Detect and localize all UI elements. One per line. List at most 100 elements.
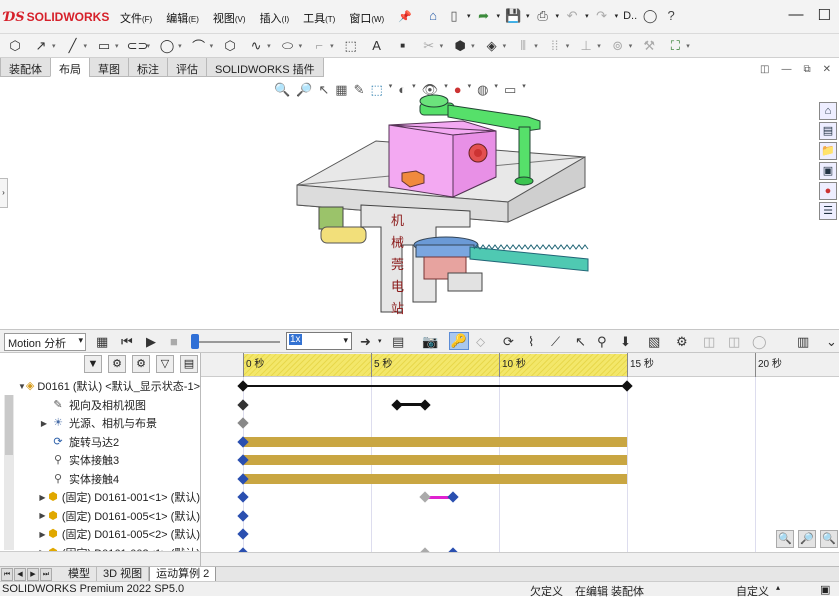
expand-toggle-icon[interactable]: ▶ — [38, 530, 47, 539]
menu-file[interactable]: 文件(F) — [120, 10, 152, 26]
tab-motion-study[interactable]: 运动算例 2 — [149, 566, 217, 582]
trim-icon[interactable]: ✂ — [420, 38, 438, 54]
fillet-icon[interactable]: ⌐ — [310, 38, 328, 53]
sim-icon-1[interactable]: ◫ — [703, 334, 715, 350]
view-change-end-key[interactable] — [419, 398, 431, 411]
calculate-icon[interactable]: ▦ — [96, 334, 108, 350]
line-icon[interactable]: ╱ — [64, 38, 82, 54]
quick-snaps-icon[interactable]: ⛶ — [666, 38, 684, 54]
animation-wizard-icon[interactable]: 📷 — [422, 334, 438, 350]
tab-3d-views[interactable]: 3D 视图 — [97, 566, 150, 582]
last-tab-icon[interactable]: ⏭ — [40, 567, 52, 581]
expand-toggle-icon[interactable]: ▼ — [18, 382, 26, 391]
tab-addins[interactable]: SOLIDWORKS 插件 — [206, 58, 324, 77]
move-icon[interactable]: ⊥ — [577, 38, 595, 54]
open-icon[interactable]: ➦ — [476, 8, 492, 24]
panel-layout-icon[interactable]: ▥ — [797, 334, 809, 350]
tab-sketch[interactable]: 草图 — [89, 58, 129, 77]
tree-item[interactable]: ▶ ☀ 光源、相机与布景 — [0, 414, 200, 432]
feature-duration-bar[interactable] — [243, 455, 627, 465]
lights-key[interactable] — [237, 417, 249, 429]
tab-layout[interactable]: 布局 — [50, 58, 90, 77]
doc-close-icon[interactable]: ✕ — [823, 64, 831, 75]
zoom-area-icon[interactable]: 🔎 — [296, 82, 312, 98]
filter-selected-icon[interactable]: ▽ — [156, 355, 174, 373]
zoom-out-timeline-icon[interactable]: 🔍 — [820, 530, 838, 548]
previous-view-icon[interactable]: ↖ — [318, 82, 329, 98]
print-icon[interactable]: ⎙ — [535, 8, 551, 24]
offset-icon[interactable]: ◈ — [483, 38, 501, 54]
maximize-icon[interactable]: ☐ — [818, 6, 831, 24]
graphics-area[interactable]: 机 械 莞 电 站 — [8, 77, 819, 329]
playback-speed-select[interactable]: 1x ▾ — [286, 332, 352, 350]
tab-markup[interactable]: 标注 — [128, 58, 168, 77]
next-tab-icon[interactable]: ▶ — [27, 567, 39, 581]
smart-dimension-icon[interactable]: ↗ — [32, 38, 50, 54]
tree-horizontal-scrollbar[interactable] — [0, 551, 200, 566]
circle-icon[interactable]: ◯ — [158, 38, 176, 54]
expand-toggle-icon[interactable]: ▶ — [38, 511, 47, 520]
ellipse-icon[interactable]: ⬭ — [279, 38, 297, 54]
filter-animated-icon[interactable]: ⚙ — [108, 355, 126, 373]
first-tab-icon[interactable]: ⏮ — [1, 567, 13, 581]
panel-expand-handle[interactable]: › — [0, 178, 8, 208]
assembly-start-key[interactable] — [237, 380, 249, 392]
part-start-key[interactable] — [237, 491, 249, 503]
expand-toggle-icon[interactable]: ▶ — [38, 493, 47, 502]
save-icon[interactable]: 💾 — [505, 8, 521, 24]
expand-toggle-icon[interactable]: ▶ — [38, 419, 50, 428]
menu-tools[interactable]: 工具(T) — [303, 10, 335, 26]
timeline-horizontal-scrollbar[interactable] — [201, 552, 839, 566]
minimize-icon[interactable]: — — [789, 6, 804, 24]
timeline-area[interactable]: 0 秒5 秒 10 秒 15 秒 20 秒 🔍 🔎 🔍 — [200, 353, 839, 566]
play-from-start-icon[interactable]: ⏮ — [121, 334, 133, 350]
zoom-to-fit-timeline-icon[interactable]: 🔍 — [776, 530, 794, 548]
zoom-in-timeline-icon[interactable]: 🔎 — [798, 530, 816, 548]
repair-icon[interactable]: ⚒ — [640, 38, 658, 54]
view-settings-icon[interactable]: ▭ — [504, 82, 516, 98]
3d-sketch-icon[interactable]: ⬡ — [6, 38, 24, 54]
study-type-select[interactable]: Motion 分析 ▾ — [4, 333, 86, 351]
appearances-icon[interactable]: ● — [819, 182, 837, 200]
spring-icon[interactable]: ⌇ — [528, 334, 534, 350]
stop-icon[interactable]: ■ — [170, 334, 178, 349]
tree-item[interactable]: ▼ ◈ D0161 (默认) <默认_显示状态-1> — [0, 377, 200, 395]
feature-duration-bar[interactable] — [243, 436, 627, 447]
doc-minimize-icon[interactable]: — — [781, 64, 791, 75]
pattern-icon[interactable]: ⁞⁞ — [546, 38, 564, 53]
feature-duration-bar[interactable] — [243, 473, 627, 484]
part-start-key[interactable] — [237, 528, 249, 540]
sim-icon-2[interactable]: ◫ — [728, 334, 740, 350]
rectangle-icon[interactable]: ▭ — [95, 38, 113, 54]
tree-item[interactable]: ⟳ 旋转马达2 — [0, 433, 200, 451]
save-animation-icon[interactable]: ▤ — [392, 334, 404, 350]
undo-icon[interactable]: ↶ — [564, 8, 580, 24]
home-icon[interactable]: ⌂ — [819, 102, 837, 120]
motor-icon[interactable]: ⟳ — [503, 334, 514, 350]
playback-mode-icon[interactable]: ➜ — [360, 334, 371, 350]
hide-show-icon[interactable]: 👁 — [422, 82, 439, 98]
assembly-end-key[interactable] — [621, 380, 633, 392]
text-icon[interactable]: A — [368, 38, 386, 53]
pin-icon[interactable]: 📌 — [398, 10, 412, 26]
home-icon[interactable]: ⌂ — [425, 8, 441, 24]
units-dropdown-icon[interactable]: ▴ — [776, 583, 780, 592]
part-start-key[interactable] — [237, 509, 249, 522]
damper-icon[interactable]: ⟋ — [551, 334, 560, 350]
tab-model[interactable]: 模型 — [62, 566, 97, 582]
solidworks-logo[interactable]: ƊS SOLIDWORKS — [4, 8, 109, 26]
view-orientation-icon[interactable]: ⬚ — [370, 82, 382, 98]
filter-results-icon[interactable]: ▤ — [180, 355, 198, 373]
section-view-icon[interactable]: ▦ — [335, 82, 347, 98]
zoom-to-fit-icon[interactable]: 🔍 — [274, 82, 290, 98]
view-key[interactable] — [237, 398, 249, 411]
display-style-icon[interactable]: ◐ — [398, 82, 406, 98]
status-notice-icon[interactable]: ▣ — [820, 583, 830, 596]
motion-study-properties-icon[interactable]: ⚙ — [676, 334, 688, 350]
filter-icon[interactable]: ▼ — [84, 355, 102, 373]
user-icon[interactable]: ◯ — [642, 8, 658, 24]
filter-driving-icon[interactable]: ⚙ — [132, 355, 150, 373]
polygon-icon[interactable]: ⬡ — [221, 38, 239, 54]
slot-icon[interactable]: ⊂⊃ — [127, 38, 149, 54]
tab-evaluate[interactable]: 评估 — [167, 58, 207, 77]
